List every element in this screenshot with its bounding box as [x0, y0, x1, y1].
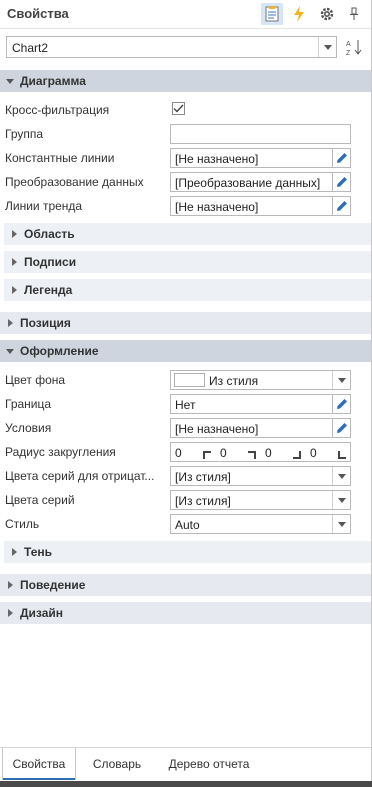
- chevron-down-icon[interactable]: [318, 37, 336, 57]
- chevron-down-icon[interactable]: [332, 371, 350, 389]
- pencil-icon[interactable]: [332, 395, 350, 413]
- corner-bottom-right-icon: [293, 448, 301, 462]
- component-select[interactable]: Chart2: [6, 36, 337, 58]
- panel-header: Свойства: [0, 0, 371, 28]
- series-colors-select[interactable]: [Из стиля]: [170, 490, 351, 510]
- panel-title: Свойства: [7, 6, 69, 21]
- background-color-select[interactable]: Из стиля: [170, 370, 351, 390]
- subcategory-area[interactable]: Область: [4, 223, 371, 245]
- pencil-icon[interactable]: [332, 173, 350, 191]
- pencil-icon[interactable]: [332, 149, 350, 167]
- color-swatch: [174, 373, 205, 387]
- row-trend-lines: Линии тренда [Не назначено]: [0, 194, 371, 218]
- chevron-right-icon: [0, 581, 20, 589]
- category-design[interactable]: Дизайн: [0, 602, 371, 624]
- row-group: Группа: [0, 122, 371, 146]
- category-chart[interactable]: Диаграмма: [0, 70, 371, 92]
- row-border: Граница Нет: [0, 392, 371, 416]
- chevron-right-icon: [4, 548, 24, 556]
- bottom-tab-bar: Свойства Словарь Дерево отчета: [0, 747, 371, 780]
- chevron-down-icon: [0, 78, 20, 84]
- trend-lines-field[interactable]: [Не назначено]: [170, 196, 351, 216]
- subcategory-shadow[interactable]: Тень: [4, 541, 371, 563]
- group-input[interactable]: [170, 124, 351, 144]
- pencil-icon[interactable]: [332, 419, 350, 437]
- row-corner-radius: Радиус закругления 0 0 0 0: [0, 440, 371, 464]
- tab-dictionary[interactable]: Словарь: [80, 748, 154, 780]
- radius-bottom-left[interactable]: 0: [306, 443, 350, 461]
- radius-top-left[interactable]: 0: [171, 443, 215, 461]
- constant-lines-field[interactable]: [Не назначено]: [170, 148, 351, 168]
- tab-properties[interactable]: Свойства: [2, 748, 76, 780]
- negative-series-colors-select[interactable]: [Из стиля]: [170, 466, 351, 486]
- chevron-down-icon[interactable]: [332, 491, 350, 509]
- radius-top-right[interactable]: 0: [216, 443, 260, 461]
- row-negative-series-colors: Цвета серий для отрицат... [Из стиля]: [0, 464, 371, 488]
- chevron-down-icon[interactable]: [332, 515, 350, 533]
- svg-text:Z: Z: [346, 50, 351, 56]
- chevron-right-icon: [4, 230, 24, 238]
- corner-top-left-icon: [203, 448, 211, 462]
- sort-az-icon[interactable]: AZ: [343, 36, 365, 58]
- style-select[interactable]: Auto: [170, 514, 351, 534]
- row-background-color: Цвет фона Из стиля: [0, 368, 371, 392]
- window-bottom-edge: [0, 781, 372, 787]
- component-select-value: Chart2: [12, 41, 49, 55]
- row-style: Стиль Auto: [0, 512, 371, 536]
- events-icon[interactable]: [288, 3, 310, 25]
- subcategory-labels[interactable]: Подписи: [4, 251, 371, 273]
- pencil-icon[interactable]: [332, 197, 350, 215]
- chevron-down-icon: [0, 348, 20, 354]
- svg-text:A: A: [346, 41, 351, 48]
- row-conditions: Условия [Не назначено]: [0, 416, 371, 440]
- data-transform-field[interactable]: [Преобразование данных]: [170, 172, 351, 192]
- row-series-colors: Цвета серий [Из стиля]: [0, 488, 371, 512]
- chevron-down-icon[interactable]: [332, 467, 350, 485]
- row-cross-filter: Кросс-фильтрация: [0, 98, 371, 122]
- tab-report-tree[interactable]: Дерево отчета: [158, 748, 260, 780]
- radius-bottom-right[interactable]: 0: [261, 443, 305, 461]
- category-appearance[interactable]: Оформление: [0, 340, 371, 362]
- cross-filter-checkbox[interactable]: [172, 102, 185, 115]
- chevron-right-icon: [0, 319, 20, 327]
- corner-top-right-icon: [248, 448, 256, 462]
- category-behavior[interactable]: Поведение: [0, 574, 371, 596]
- settings-icon[interactable]: [316, 3, 338, 25]
- row-data-transform: Преобразование данных [Преобразование да…: [0, 170, 371, 194]
- row-constant-lines: Константные линии [Не назначено]: [0, 146, 371, 170]
- chevron-right-icon: [0, 609, 20, 617]
- pin-icon[interactable]: [343, 3, 365, 25]
- chevron-right-icon: [4, 286, 24, 294]
- properties-panel: Свойства Chart2 AZ Диаграмма Кросс-фильт…: [0, 0, 372, 787]
- border-field[interactable]: Нет: [170, 394, 351, 414]
- properties-icon[interactable]: [261, 3, 283, 25]
- subcategory-legend[interactable]: Легенда: [4, 279, 371, 301]
- conditions-field[interactable]: [Не назначено]: [170, 418, 351, 438]
- category-position[interactable]: Позиция: [0, 312, 371, 334]
- corner-bottom-left-icon: [338, 448, 346, 462]
- chevron-right-icon: [4, 258, 24, 266]
- header-divider: [0, 28, 371, 29]
- corner-radius-field[interactable]: 0 0 0 0: [170, 442, 351, 462]
